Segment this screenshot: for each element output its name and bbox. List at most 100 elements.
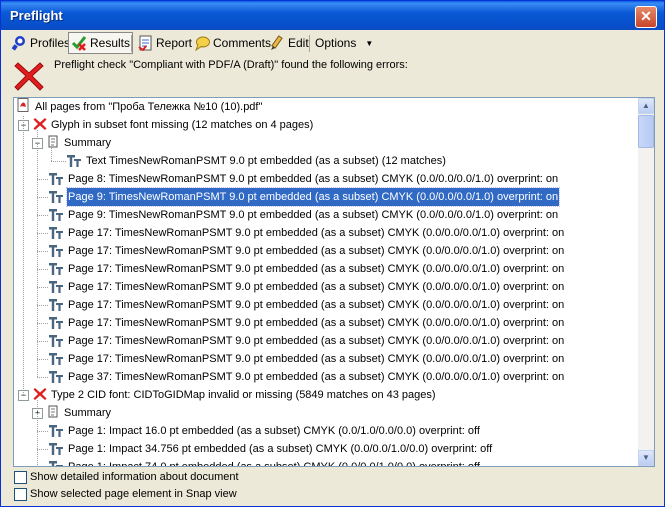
result-item-label: Page 17: TimesNewRomanPSMT 9.0 pt embedd… bbox=[68, 245, 565, 257]
text-object-icon bbox=[49, 335, 63, 347]
tree-line bbox=[37, 197, 48, 198]
scroll-up-button[interactable]: ▲ bbox=[638, 98, 654, 114]
pdf-file-icon bbox=[17, 98, 29, 112]
close-button[interactable]: ✕ bbox=[635, 6, 657, 28]
tree-line bbox=[37, 323, 48, 324]
result-item-label: Page 37: TimesNewRomanPSMT 9.0 pt embedd… bbox=[68, 371, 565, 383]
result-item-label: Page 9: TimesNewRomanPSMT 9.0 pt embedde… bbox=[68, 209, 559, 221]
result-item[interactable]: Page 1: Impact 74.0 pt embedded (as a su… bbox=[48, 458, 481, 467]
result-item[interactable]: Page 1: Impact 34.756 pt embedded (as a … bbox=[48, 440, 493, 458]
result-item[interactable]: Page 9: TimesNewRomanPSMT 9.0 pt embedde… bbox=[48, 187, 561, 207]
toolbar-divider bbox=[131, 35, 132, 52]
tree-line bbox=[37, 215, 48, 216]
text-object-icon bbox=[49, 299, 63, 311]
results-label: Results bbox=[90, 36, 131, 50]
text-object-icon bbox=[49, 173, 63, 185]
summary-node[interactable]: Summary bbox=[48, 134, 112, 152]
text-object-icon bbox=[49, 353, 63, 365]
tree-line bbox=[37, 143, 38, 377]
edit-icon bbox=[269, 35, 285, 51]
text-object-icon bbox=[49, 191, 63, 203]
summary-node[interactable]: Summary bbox=[48, 404, 112, 422]
text-object-icon bbox=[67, 155, 81, 167]
text-object-icon bbox=[49, 263, 63, 275]
tree-line bbox=[51, 161, 66, 162]
error-group[interactable]: Type 2 CID font: CIDToGIDMap invalid or … bbox=[33, 386, 437, 404]
error-group-label: Glyph in subset font missing (12 matches… bbox=[51, 119, 314, 131]
error-group[interactable]: Glyph in subset font missing (12 matches… bbox=[33, 116, 314, 134]
summary-node-label: Summary bbox=[64, 137, 112, 149]
error-icon bbox=[14, 62, 44, 91]
title-bar[interactable]: Preflight ✕ bbox=[1, 1, 664, 30]
result-item-label: Page 17: TimesNewRomanPSMT 9.0 pt embedd… bbox=[68, 281, 565, 293]
result-item[interactable]: Page 17: TimesNewRomanPSMT 9.0 pt embedd… bbox=[48, 332, 565, 350]
result-item[interactable]: Page 17: TimesNewRomanPSMT 9.0 pt embedd… bbox=[48, 350, 565, 368]
result-item-label: Page 1: Impact 34.756 pt embedded (as a … bbox=[68, 443, 493, 455]
result-item[interactable]: Page 17: TimesNewRomanPSMT 9.0 pt embedd… bbox=[48, 242, 565, 260]
detailed-info-label: Show detailed information about document bbox=[30, 471, 239, 483]
text-object-icon bbox=[49, 317, 63, 329]
error-x-icon bbox=[33, 388, 47, 400]
summary-item-label: Text TimesNewRomanPSMT 9.0 pt embedded (… bbox=[86, 155, 446, 167]
tree-line bbox=[37, 431, 48, 432]
results-tab[interactable]: Results bbox=[68, 32, 134, 54]
edit-button[interactable]: Edit bbox=[267, 33, 311, 53]
tree-line bbox=[37, 449, 48, 450]
tree-line bbox=[37, 341, 48, 342]
tree-line bbox=[51, 148, 52, 161]
tree-line bbox=[37, 359, 48, 360]
detailed-info-checkbox[interactable] bbox=[14, 471, 27, 484]
tree-line bbox=[37, 179, 48, 180]
options-menu[interactable]: Options ▼ bbox=[313, 33, 375, 53]
result-item[interactable]: Page 8: TimesNewRomanPSMT 9.0 pt embedde… bbox=[48, 170, 559, 188]
text-object-icon bbox=[49, 443, 63, 455]
result-item[interactable]: Page 17: TimesNewRomanPSMT 9.0 pt embedd… bbox=[48, 296, 565, 314]
report-button[interactable]: Report bbox=[135, 33, 194, 53]
error-group-label: Type 2 CID font: CIDToGIDMap invalid or … bbox=[51, 389, 436, 401]
summary-icon bbox=[48, 135, 58, 148]
window-title: Preflight bbox=[10, 8, 63, 23]
comments-button[interactable]: Comments bbox=[192, 33, 273, 53]
result-item-label: Page 17: TimesNewRomanPSMT 9.0 pt embedd… bbox=[68, 299, 565, 311]
result-item[interactable]: Page 17: TimesNewRomanPSMT 9.0 pt embedd… bbox=[48, 314, 565, 332]
result-item[interactable]: Page 17: TimesNewRomanPSMT 9.0 pt embedd… bbox=[48, 278, 565, 296]
profiles-icon bbox=[11, 35, 27, 51]
snap-view-label: Show selected page element in Snap view bbox=[30, 488, 237, 500]
summary-icon bbox=[48, 405, 58, 418]
results-tree[interactable]: All pages from "Проба Тележка №10 (10).p… bbox=[13, 97, 655, 467]
scroll-thumb[interactable] bbox=[638, 115, 654, 148]
snap-view-checkbox[interactable] bbox=[14, 488, 27, 501]
tree-root-label: All pages from "Проба Тележка №10 (10).p… bbox=[35, 101, 263, 113]
tree-line bbox=[37, 269, 48, 270]
result-item-label: Page 17: TimesNewRomanPSMT 9.0 pt embedd… bbox=[68, 317, 565, 329]
result-item[interactable]: Page 37: TimesNewRomanPSMT 9.0 pt embedd… bbox=[48, 368, 565, 386]
result-item-label: Page 17: TimesNewRomanPSMT 9.0 pt embedd… bbox=[68, 263, 565, 275]
results-tree-content: All pages from "Проба Тележка №10 (10).p… bbox=[14, 98, 638, 466]
tree-root[interactable]: All pages from "Проба Тележка №10 (10).p… bbox=[17, 98, 263, 116]
profiles-label: Profiles bbox=[30, 36, 71, 50]
result-item-label: Page 1: Impact 74.0 pt embedded (as a su… bbox=[68, 461, 480, 467]
toolbar-divider bbox=[309, 35, 310, 52]
toolbar: Profiles Results Report Comments Edit Op… bbox=[5, 32, 661, 54]
result-item[interactable]: Page 17: TimesNewRomanPSMT 9.0 pt embedd… bbox=[48, 224, 565, 242]
result-item[interactable]: Page 9: TimesNewRomanPSMT 9.0 pt embedde… bbox=[48, 206, 559, 224]
scroll-down-button[interactable]: ▼ bbox=[638, 450, 654, 466]
preflight-message: Preflight check "Compliant with PDF/A (D… bbox=[54, 59, 408, 71]
comments-label: Comments bbox=[213, 36, 272, 50]
vertical-scrollbar[interactable]: ▲ ▼ bbox=[638, 98, 654, 466]
tree-line bbox=[37, 305, 48, 306]
result-item-label: Page 1: Impact 16.0 pt embedded (as a su… bbox=[68, 425, 480, 437]
tree-line bbox=[37, 233, 48, 234]
edit-label: Edit bbox=[288, 36, 309, 50]
text-object-icon bbox=[49, 461, 63, 466]
text-object-icon bbox=[49, 425, 63, 437]
summary-item[interactable]: Text TimesNewRomanPSMT 9.0 pt embedded (… bbox=[66, 152, 447, 170]
comments-icon bbox=[194, 35, 210, 52]
tree-line bbox=[37, 413, 38, 466]
result-item[interactable]: Page 17: TimesNewRomanPSMT 9.0 pt embedd… bbox=[48, 260, 565, 278]
profiles-button[interactable]: Profiles bbox=[9, 33, 72, 53]
tree-line bbox=[37, 287, 48, 288]
report-icon bbox=[137, 35, 153, 52]
options-label: Options bbox=[315, 36, 357, 50]
result-item[interactable]: Page 1: Impact 16.0 pt embedded (as a su… bbox=[48, 422, 481, 440]
